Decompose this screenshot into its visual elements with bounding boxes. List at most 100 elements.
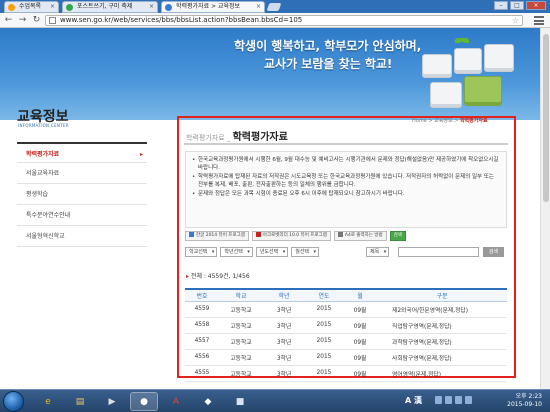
sidebar-subtitle: INFORMATION CENTER: [18, 123, 69, 128]
year-select[interactable]: 년도선택: [255, 247, 289, 257]
cell-grade: 3학년: [263, 365, 305, 382]
media-player-icon[interactable]: ▶: [98, 392, 126, 411]
printer-icon: [337, 232, 343, 237]
forward-button[interactable]: →: [17, 15, 28, 26]
page-parent: 학력평가자료: [186, 134, 225, 142]
acrobat-icon[interactable]: A: [162, 392, 190, 411]
cell-month: 09월: [343, 333, 377, 350]
app-icon[interactable]: ◆: [194, 392, 222, 411]
pdf-icon: [255, 232, 261, 237]
cell-school: 고등학교: [219, 365, 263, 382]
sprout-icon: [455, 38, 469, 48]
taskbar: e ▤ ▶ ● A ◆ ■ A 漢 오후 2:23 2015-09-10: [0, 389, 550, 412]
menu-button[interactable]: [534, 16, 544, 25]
table-row[interactable]: 4557 고등학교 3학년 2015 09월 과학탐구영역(문제,정답): [185, 333, 507, 350]
table-row[interactable]: 4559 고등학교 3학년 2015 09월 제2외국어/한문영역(문제,정답): [185, 301, 507, 318]
cell-school: 고등학교: [219, 301, 263, 318]
tray-icon[interactable]: [445, 396, 452, 404]
acrobat-viewer-button[interactable]: 아크로벳리더 10.0 뷰어 프로그램: [251, 231, 331, 241]
clock[interactable]: 오후 2:23 2015-09-10: [507, 393, 542, 409]
clock-date: 2015-09-10: [507, 401, 542, 408]
start-button[interactable]: [3, 391, 24, 412]
tray-icon[interactable]: [465, 396, 472, 404]
tab-label: 수업목록: [19, 3, 42, 10]
scrollbar-thumb[interactable]: [543, 34, 549, 202]
grade-select[interactable]: 학년선택: [220, 247, 253, 257]
back-button[interactable]: ←: [3, 15, 14, 26]
tab-2-active[interactable]: 학력평가자료 > 교육정보 ×: [161, 1, 265, 13]
sidebar-item-seoul-education[interactable]: 서울교육자료: [17, 163, 147, 184]
cell-number: 4555: [185, 365, 219, 382]
favicon-icon: [8, 4, 15, 11]
cell-year: 2015: [305, 349, 343, 366]
cell-number: 4557: [185, 333, 219, 350]
key-shape-green: [464, 76, 502, 106]
cell-category-link[interactable]: 직업탐구영역(문제,정답): [377, 317, 507, 334]
col-header: 월: [343, 288, 377, 302]
cell-category-link[interactable]: 제2외국어/한문영역(문제,정답): [377, 301, 507, 318]
ie-icon[interactable]: e: [34, 392, 62, 411]
clock-time: 오후 2:23: [515, 393, 542, 400]
col-header: 번호: [185, 288, 219, 302]
hwp-viewer-label: 한글 2014 뷰어 프로그램: [196, 233, 245, 238]
hwp-viewer-button[interactable]: 한글 2014 뷰어 프로그램: [185, 231, 249, 241]
sidebar-item-academic-assessment[interactable]: 학력평가자료: [17, 142, 147, 165]
cell-number: 4556: [185, 349, 219, 366]
school-select[interactable]: 학교선택: [185, 247, 218, 257]
tab-0[interactable]: 수업목록 ×: [4, 1, 59, 13]
new-tab-button[interactable]: [266, 3, 282, 11]
close-window-button[interactable]: ×: [526, 1, 546, 10]
cell-month: 09월: [343, 349, 377, 366]
month-select[interactable]: 월선택: [291, 247, 320, 257]
reload-button[interactable]: ↻: [31, 15, 42, 26]
cell-year: 2015: [305, 333, 343, 350]
vertical-scrollbar[interactable]: [540, 28, 550, 389]
table-row[interactable]: 4558 고등학교 3학년 2015 09월 직업탐구영역(문제,정답): [185, 317, 507, 334]
cell-number: 4558: [185, 317, 219, 334]
table-row[interactable]: 4556 고등학교 3학년 2015 09월 사회탐구영역(문제,정답): [185, 349, 507, 366]
col-header: 학교: [219, 288, 263, 302]
minimize-button[interactable]: –: [494, 1, 508, 10]
search-input[interactable]: [398, 247, 479, 257]
a4-print-label: A4로 출력하는 방법: [344, 233, 383, 238]
chrome-icon[interactable]: ●: [130, 392, 158, 411]
cell-category-link[interactable]: 영어영역(문제,정답): [377, 365, 507, 382]
app-icon[interactable]: ■: [226, 392, 254, 411]
ime-indicator[interactable]: A 漢: [405, 395, 422, 406]
tab-1[interactable]: 포스트쓰기, 구미 축제 ×: [62, 1, 158, 13]
close-tab-icon[interactable]: ×: [50, 2, 55, 12]
notice-item: 학력평가자료에 탑재된 자료의 저작권은 시도교육청 또는 한국교육과정평가원에…: [192, 174, 500, 189]
bookmark-star-icon[interactable]: ☆: [512, 16, 519, 25]
key-shape: [484, 44, 514, 72]
key-shape: [454, 48, 482, 74]
maximize-button[interactable]: □: [510, 1, 524, 10]
key-shape: [430, 82, 462, 108]
cell-category-link[interactable]: 사회탐구영역(문제,정답): [377, 349, 507, 366]
explorer-icon[interactable]: ▤: [66, 392, 94, 411]
sidebar-item-special-training[interactable]: 특수분야연수안내: [17, 205, 147, 226]
tray-icon[interactable]: [435, 396, 442, 404]
tray-icon[interactable]: [455, 396, 462, 404]
a4-print-guide-button[interactable]: A4로 출력하는 방법: [333, 231, 387, 241]
cell-grade: 3학년: [263, 349, 305, 366]
sidebar-item-innovation-school[interactable]: 서울형혁신학교: [17, 226, 147, 247]
download-search-button[interactable]: 검색: [389, 231, 406, 241]
address-bar[interactable]: www.sen.go.kr/web/services/bbs/bbsList.a…: [45, 15, 523, 26]
search-field-select[interactable]: 제목: [366, 247, 390, 257]
cell-grade: 3학년: [263, 317, 305, 334]
notice-item: 문제와 정답은 모든 과목 시험이 종료된 오후 6시 이후에 탑재되오니 참고…: [192, 191, 500, 199]
cell-year: 2015: [305, 365, 343, 382]
page-heading: 학력평가자료 _ 학력평가자료: [186, 132, 288, 143]
favicon-icon: [66, 4, 73, 11]
cell-category-link[interactable]: 과학탐구영역(문제,정답): [377, 333, 507, 350]
header-banner: 학생이 행복하고, 학부모가 안심하며, 교사가 보람을 찾는 학교!: [0, 28, 550, 120]
sidebar-item-lifelong-learning[interactable]: 평생학습: [17, 184, 147, 205]
search-button[interactable]: 검색: [483, 247, 504, 257]
tab-label: 학력평가자료 > 교육정보: [176, 3, 241, 10]
close-tab-icon[interactable]: ×: [256, 2, 261, 12]
close-tab-icon[interactable]: ×: [149, 2, 154, 12]
url-text: www.sen.go.kr/web/services/bbs/bbsList.a…: [60, 16, 303, 24]
table-row[interactable]: 4555 고등학교 3학년 2015 09월 영어영역(문제,정답): [185, 365, 507, 382]
col-header: 구분: [377, 288, 507, 302]
acrobat-viewer-label: 아크로벳리더 10.0 뷰어 프로그램: [262, 233, 327, 238]
